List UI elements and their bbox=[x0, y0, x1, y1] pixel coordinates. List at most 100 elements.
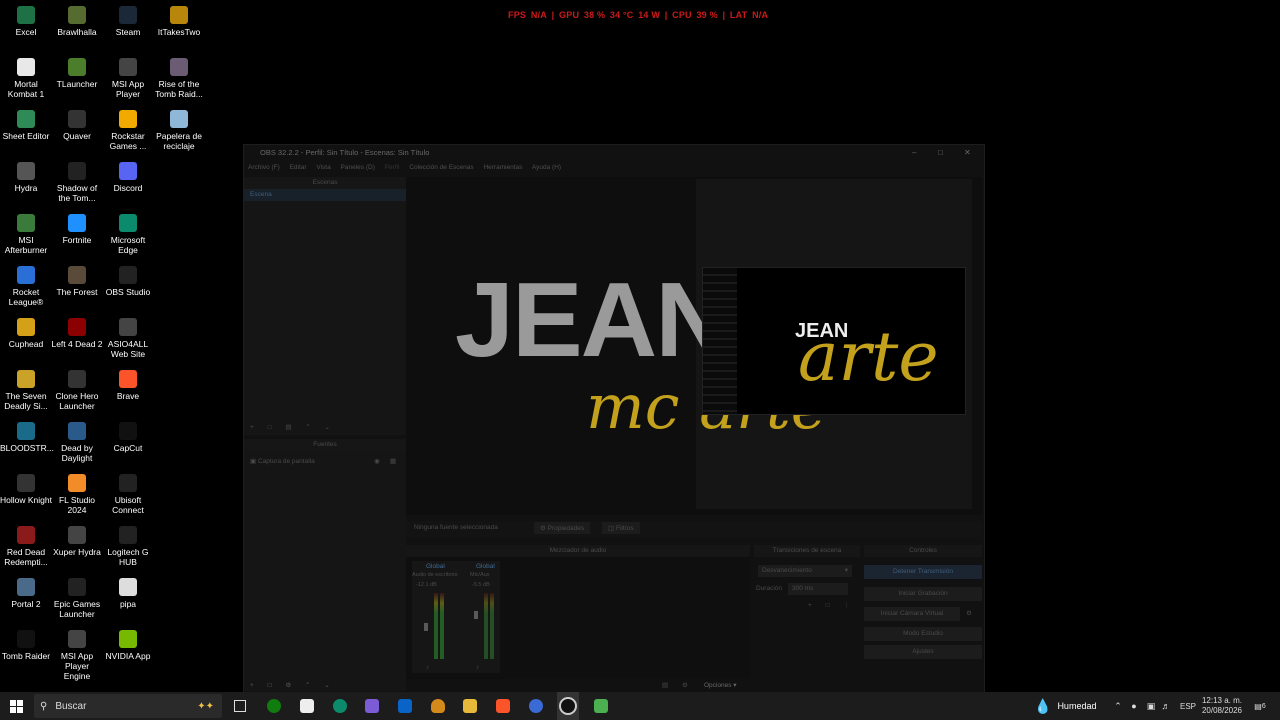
desktop-shortcut[interactable]: Dead by Daylight bbox=[51, 422, 103, 463]
scene-toolbar-bottom[interactable]: + □ ⚙ ⌃ ⌄ bbox=[250, 681, 336, 689]
close-icon[interactable]: ✕ bbox=[964, 145, 971, 161]
desktop-shortcut[interactable]: Ubisoft Connect bbox=[102, 474, 154, 515]
start-virtual-camera-button[interactable]: Iniciar Cámara Virtual bbox=[864, 607, 960, 621]
menu-coleccion[interactable]: Colección de Escenas bbox=[409, 164, 473, 171]
desktop-shortcut[interactable]: Logitech G HUB bbox=[102, 526, 154, 567]
desktop-shortcut[interactable]: Steam bbox=[102, 6, 154, 37]
desktop-shortcut[interactable]: Sheet Editor bbox=[0, 110, 52, 141]
mixer-layout-icon[interactable]: ▤ bbox=[662, 681, 668, 689]
desktop-shortcut[interactable]: Excel bbox=[0, 6, 52, 37]
desktop-shortcut[interactable]: MSI App Player bbox=[102, 58, 154, 99]
volume-icon[interactable]: ♬ bbox=[1160, 692, 1172, 720]
desktop-shortcut[interactable]: FL Studio 2024 bbox=[51, 474, 103, 515]
channel1-fader[interactable] bbox=[424, 623, 428, 631]
mic-icon[interactable]: ● bbox=[1128, 692, 1140, 720]
search-box[interactable]: ⚲ Buscar ✦✦ bbox=[34, 694, 222, 718]
desktop-shortcut[interactable]: Microsoft Edge bbox=[102, 214, 154, 255]
desktop-shortcut[interactable]: Quaver bbox=[51, 110, 103, 141]
desktop-shortcut[interactable]: OBS Studio bbox=[102, 266, 154, 297]
brave-icon[interactable] bbox=[493, 692, 513, 720]
desktop-shortcut[interactable]: Cuphead bbox=[0, 318, 52, 349]
obs-titlebar[interactable]: OBS 32.2.2 - Perfil: Sin Título - Escena… bbox=[244, 145, 984, 161]
desktop-shortcut[interactable]: ItTakesTwo bbox=[153, 6, 205, 37]
duration-input[interactable]: 300 ms bbox=[788, 583, 848, 595]
obs-icon[interactable] bbox=[557, 692, 579, 720]
menu-archivo[interactable]: Archivo (F) bbox=[248, 164, 280, 171]
desktop-shortcut[interactable]: MSI Afterburner bbox=[0, 214, 52, 255]
desktop-shortcut[interactable]: The Forest bbox=[51, 266, 103, 297]
desktop-shortcut[interactable]: Portal 2 bbox=[0, 578, 52, 609]
desktop-shortcut[interactable]: Tomb Raider bbox=[0, 630, 52, 661]
eye-icon[interactable]: ◉ bbox=[374, 455, 380, 469]
minecraft-icon[interactable] bbox=[591, 692, 611, 720]
source-item[interactable]: ▣ Captura de pantalla ◉ ▦ bbox=[244, 455, 406, 469]
settings-button[interactable]: Ajustes bbox=[864, 645, 982, 659]
desktop-shortcut[interactable]: The Seven Deadly Si... bbox=[0, 370, 52, 411]
properties-button[interactable]: ⚙ Propiedades bbox=[534, 522, 591, 534]
menu-vista[interactable]: Vista bbox=[316, 164, 330, 171]
mixer-settings-icon[interactable]: ⚙ bbox=[682, 681, 688, 689]
channel2-fader[interactable] bbox=[474, 611, 478, 619]
edge-icon[interactable] bbox=[330, 692, 350, 720]
options-button[interactable]: Opciones ▾ bbox=[704, 681, 737, 689]
desktop-shortcut[interactable]: MSI App Player Engine bbox=[51, 630, 103, 681]
desktop-shortcut[interactable]: Clone Hero Launcher bbox=[51, 370, 103, 411]
desktop-shortcut[interactable]: Discord bbox=[102, 162, 154, 193]
desktop-shortcut[interactable]: Mortal Kombat 1 bbox=[0, 58, 52, 99]
network-icon[interactable]: ▣ bbox=[1144, 692, 1158, 720]
studio-mode-button[interactable]: Modo Estudio bbox=[864, 627, 982, 641]
notifications-button[interactable]: ▤ 6 bbox=[1250, 692, 1270, 720]
start-button[interactable] bbox=[0, 692, 32, 720]
desktop-shortcut[interactable]: Rocket League® bbox=[0, 266, 52, 307]
store-icon[interactable] bbox=[297, 692, 317, 720]
speaker-icon[interactable]: ♪ bbox=[476, 664, 479, 671]
desktop-shortcut[interactable]: TLauncher bbox=[51, 58, 103, 89]
copilot-icon[interactable] bbox=[362, 692, 382, 720]
task-view-icon[interactable] bbox=[230, 692, 250, 720]
desktop-shortcut[interactable]: Hydra bbox=[0, 162, 52, 193]
lock-icon[interactable]: ▦ bbox=[390, 455, 396, 469]
clock[interactable]: 12:13 a. m. 20/08/2026 bbox=[1198, 692, 1246, 720]
desktop-shortcut[interactable]: pipa bbox=[102, 578, 154, 609]
desktop-shortcut[interactable]: Left 4 Dead 2 bbox=[51, 318, 103, 349]
desktop-shortcut[interactable]: Epic Games Launcher bbox=[51, 578, 103, 619]
menu-perfil[interactable]: Perfil bbox=[385, 164, 400, 171]
chevron-up-icon[interactable]: ⌃ bbox=[1112, 692, 1124, 720]
scenes-toolbar[interactable]: + □ ▤ ⌃ ⌄ bbox=[250, 423, 336, 431]
desktop-shortcut[interactable]: Fortnite bbox=[51, 214, 103, 245]
desktop-shortcut[interactable]: Rise of the Tomb Raid... bbox=[153, 58, 205, 99]
language-indicator[interactable]: ESP bbox=[1178, 692, 1198, 720]
desktop-shortcut[interactable]: Red Dead Redempti... bbox=[0, 526, 52, 567]
folder-icon[interactable] bbox=[460, 692, 480, 720]
desktop-shortcut[interactable]: CapCut bbox=[102, 422, 154, 453]
start-recording-button[interactable]: Iniciar Grabación bbox=[864, 587, 982, 601]
outlook-icon[interactable] bbox=[395, 692, 415, 720]
speaker-icon[interactable]: ♪ bbox=[426, 664, 429, 671]
desktop-shortcut[interactable]: NVIDIA App bbox=[102, 630, 154, 661]
filters-button[interactable]: ◫ Filtros bbox=[602, 522, 640, 534]
transition-select[interactable]: Desvanecimiento ▾ bbox=[758, 565, 852, 577]
menu-editar[interactable]: Editar bbox=[290, 164, 307, 171]
gear-icon[interactable]: ⚙ bbox=[966, 609, 972, 617]
chrome-icon[interactable] bbox=[526, 692, 546, 720]
desktop-shortcut[interactable]: Hollow Knight bbox=[0, 474, 52, 505]
desktop-shortcut[interactable]: Xuper Hydra bbox=[51, 526, 103, 557]
desktop-shortcut[interactable]: BLOODSTR... bbox=[0, 422, 54, 453]
shield-icon[interactable] bbox=[428, 692, 448, 720]
xbox-icon[interactable] bbox=[264, 692, 284, 720]
transition-toolbar[interactable]: + □ ⋮ bbox=[808, 601, 856, 609]
desktop-shortcut[interactable]: Rockstar Games ... bbox=[102, 110, 154, 151]
desktop-shortcut[interactable]: Brave bbox=[102, 370, 154, 401]
scene-item[interactable]: Escena bbox=[244, 189, 406, 201]
menu-herramientas[interactable]: Herramientas bbox=[483, 164, 522, 171]
menu-paneles[interactable]: Paneles (D) bbox=[341, 164, 375, 171]
weather-widget[interactable]: 💧 Humedad bbox=[1034, 692, 1104, 720]
desktop-shortcut[interactable]: Shadow of the Tom... bbox=[51, 162, 103, 203]
menu-ayuda[interactable]: Ayuda (H) bbox=[532, 164, 561, 171]
stop-streaming-button[interactable]: Detener Transmisión bbox=[864, 565, 982, 579]
desktop-shortcut[interactable]: ASIO4ALL Web Site bbox=[102, 318, 154, 359]
minimize-icon[interactable]: – bbox=[912, 145, 916, 161]
maximize-icon[interactable]: □ bbox=[938, 145, 943, 161]
desktop-shortcut[interactable]: Papelera de reciclaje bbox=[153, 110, 205, 151]
desktop-shortcut[interactable]: Brawlhalla bbox=[51, 6, 103, 37]
